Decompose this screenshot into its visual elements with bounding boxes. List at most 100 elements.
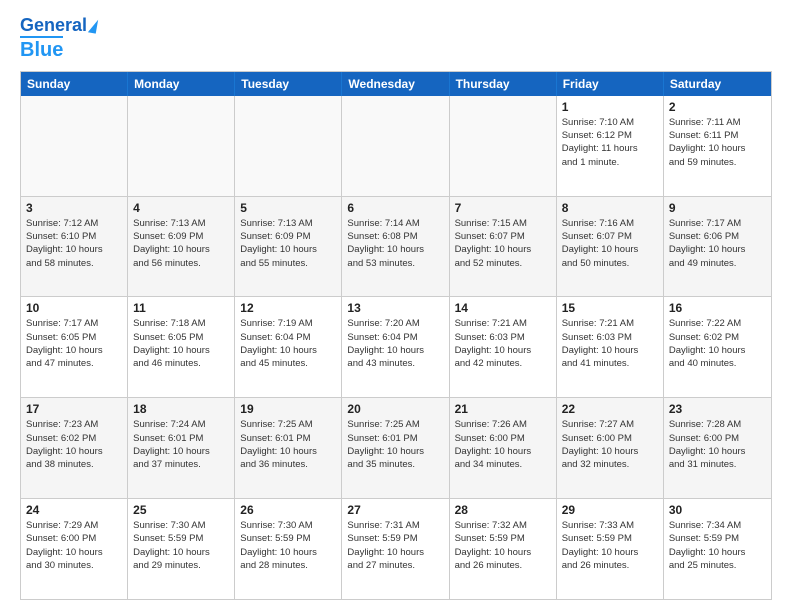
cell-details: Sunrise: 7:24 AMSunset: 6:01 PMDaylight:…: [133, 418, 229, 471]
calendar-cell: 8 Sunrise: 7:16 AMSunset: 6:07 PMDaylight…: [557, 197, 664, 297]
cell-details: Sunrise: 7:19 AMSunset: 6:04 PMDaylight:…: [240, 317, 336, 370]
cell-details: Sunrise: 7:31 AMSunset: 5:59 PMDaylight:…: [347, 519, 443, 572]
cell-details: Sunrise: 7:20 AMSunset: 6:04 PMDaylight:…: [347, 317, 443, 370]
calendar-cell: 27 Sunrise: 7:31 AMSunset: 5:59 PMDayligh…: [342, 499, 449, 599]
calendar-cell: 28 Sunrise: 7:32 AMSunset: 5:59 PMDayligh…: [450, 499, 557, 599]
calendar-cell: [128, 96, 235, 196]
cell-details: Sunrise: 7:28 AMSunset: 6:00 PMDaylight:…: [669, 418, 766, 471]
day-number: 28: [455, 503, 551, 517]
calendar-cell: 23Sunrise: 7:28 AMSunset: 6:00 PMDayligh…: [664, 398, 771, 498]
calendar-body: 1 Sunrise: 7:10 AMSunset: 6:12 PMDaylight…: [21, 96, 771, 599]
calendar-row-2: 10 Sunrise: 7:17 AMSunset: 6:05 PMDayligh…: [21, 297, 771, 398]
cell-details: Sunrise: 7:13 AMSunset: 6:09 PMDaylight:…: [133, 217, 229, 270]
day-number: 22: [562, 402, 658, 416]
calendar-cell: 1 Sunrise: 7:10 AMSunset: 6:12 PMDaylight…: [557, 96, 664, 196]
calendar-cell: 18 Sunrise: 7:24 AMSunset: 6:01 PMDayligh…: [128, 398, 235, 498]
day-number: 25: [133, 503, 229, 517]
calendar-cell: 30 Sunrise: 7:34 AMSunset: 5:59 PMDayligh…: [664, 499, 771, 599]
calendar-cell: 12Sunrise: 7:19 AMSunset: 6:04 PMDayligh…: [235, 297, 342, 397]
day-number: 1: [562, 100, 658, 114]
calendar-cell: 29Sunrise: 7:33 AMSunset: 5:59 PMDayligh…: [557, 499, 664, 599]
calendar-cell: 14Sunrise: 7:21 AMSunset: 6:03 PMDayligh…: [450, 297, 557, 397]
calendar-cell: 26 Sunrise: 7:30 AMSunset: 5:59 PMDayligh…: [235, 499, 342, 599]
calendar-cell: 20 Sunrise: 7:25 AMSunset: 6:01 PMDayligh…: [342, 398, 449, 498]
day-number: 6: [347, 201, 443, 215]
cell-details: Sunrise: 7:22 AMSunset: 6:02 PMDaylight:…: [669, 317, 766, 370]
cell-details: Sunrise: 7:23 AMSunset: 6:02 PMDaylight:…: [26, 418, 122, 471]
cell-details: Sunrise: 7:27 AMSunset: 6:00 PMDaylight:…: [562, 418, 658, 471]
calendar: SundayMondayTuesdayWednesdayThursdayFrid…: [20, 71, 772, 600]
calendar-cell: [342, 96, 449, 196]
calendar-cell: 17 Sunrise: 7:23 AMSunset: 6:02 PMDayligh…: [21, 398, 128, 498]
page: General Blue SundayMondayTuesdayWednesda…: [0, 0, 792, 612]
day-number: 15: [562, 301, 658, 315]
cell-details: Sunrise: 7:33 AMSunset: 5:59 PMDaylight:…: [562, 519, 658, 572]
cell-details: Sunrise: 7:15 AMSunset: 6:07 PMDaylight:…: [455, 217, 551, 270]
day-number: 19: [240, 402, 336, 416]
header-day-saturday: Saturday: [664, 72, 771, 96]
calendar-header: SundayMondayTuesdayWednesdayThursdayFrid…: [21, 72, 771, 96]
calendar-cell: 4 Sunrise: 7:13 AMSunset: 6:09 PMDaylight…: [128, 197, 235, 297]
logo-text-general: General: [20, 16, 87, 36]
calendar-cell: 11 Sunrise: 7:18 AMSunset: 6:05 PMDayligh…: [128, 297, 235, 397]
day-number: 24: [26, 503, 122, 517]
cell-details: Sunrise: 7:10 AMSunset: 6:12 PMDaylight:…: [562, 116, 658, 169]
cell-details: Sunrise: 7:17 AMSunset: 6:05 PMDaylight:…: [26, 317, 122, 370]
cell-details: Sunrise: 7:17 AMSunset: 6:06 PMDaylight:…: [669, 217, 766, 270]
day-number: 30: [669, 503, 766, 517]
calendar-cell: 6 Sunrise: 7:14 AMSunset: 6:08 PMDaylight…: [342, 197, 449, 297]
day-number: 10: [26, 301, 122, 315]
day-number: 20: [347, 402, 443, 416]
cell-details: Sunrise: 7:32 AMSunset: 5:59 PMDaylight:…: [455, 519, 551, 572]
header-day-tuesday: Tuesday: [235, 72, 342, 96]
calendar-cell: 19 Sunrise: 7:25 AMSunset: 6:01 PMDayligh…: [235, 398, 342, 498]
cell-details: Sunrise: 7:16 AMSunset: 6:07 PMDaylight:…: [562, 217, 658, 270]
day-number: 26: [240, 503, 336, 517]
cell-details: Sunrise: 7:11 AMSunset: 6:11 PMDaylight:…: [669, 116, 766, 169]
day-number: 13: [347, 301, 443, 315]
calendar-cell: 25 Sunrise: 7:30 AMSunset: 5:59 PMDayligh…: [128, 499, 235, 599]
cell-details: Sunrise: 7:18 AMSunset: 6:05 PMDaylight:…: [133, 317, 229, 370]
day-number: 5: [240, 201, 336, 215]
calendar-cell: 3Sunrise: 7:12 AMSunset: 6:10 PMDaylight…: [21, 197, 128, 297]
cell-details: Sunrise: 7:21 AMSunset: 6:03 PMDaylight:…: [455, 317, 551, 370]
cell-details: Sunrise: 7:34 AMSunset: 5:59 PMDaylight:…: [669, 519, 766, 572]
page-header: General Blue: [20, 16, 772, 61]
day-number: 4: [133, 201, 229, 215]
calendar-row-1: 3Sunrise: 7:12 AMSunset: 6:10 PMDaylight…: [21, 197, 771, 298]
day-number: 2: [669, 100, 766, 114]
calendar-cell: 2 Sunrise: 7:11 AMSunset: 6:11 PMDaylight…: [664, 96, 771, 196]
cell-details: Sunrise: 7:26 AMSunset: 6:00 PMDaylight:…: [455, 418, 551, 471]
calendar-cell: [21, 96, 128, 196]
day-number: 18: [133, 402, 229, 416]
cell-details: Sunrise: 7:13 AMSunset: 6:09 PMDaylight:…: [240, 217, 336, 270]
header-day-wednesday: Wednesday: [342, 72, 449, 96]
cell-details: Sunrise: 7:30 AMSunset: 5:59 PMDaylight:…: [133, 519, 229, 572]
day-number: 27: [347, 503, 443, 517]
day-number: 8: [562, 201, 658, 215]
calendar-cell: 21Sunrise: 7:26 AMSunset: 6:00 PMDayligh…: [450, 398, 557, 498]
calendar-cell: 22 Sunrise: 7:27 AMSunset: 6:00 PMDayligh…: [557, 398, 664, 498]
logo-arrow-icon: [88, 18, 98, 33]
logo: General Blue: [20, 16, 97, 61]
cell-details: Sunrise: 7:14 AMSunset: 6:08 PMDaylight:…: [347, 217, 443, 270]
day-number: 9: [669, 201, 766, 215]
calendar-cell: 9 Sunrise: 7:17 AMSunset: 6:06 PMDaylight…: [664, 197, 771, 297]
day-number: 11: [133, 301, 229, 315]
cell-details: Sunrise: 7:30 AMSunset: 5:59 PMDaylight:…: [240, 519, 336, 572]
calendar-cell: 15 Sunrise: 7:21 AMSunset: 6:03 PMDayligh…: [557, 297, 664, 397]
calendar-cell: 7 Sunrise: 7:15 AMSunset: 6:07 PMDaylight…: [450, 197, 557, 297]
day-number: 16: [669, 301, 766, 315]
day-number: 7: [455, 201, 551, 215]
cell-details: Sunrise: 7:29 AMSunset: 6:00 PMDaylight:…: [26, 519, 122, 572]
calendar-cell: 5 Sunrise: 7:13 AMSunset: 6:09 PMDaylight…: [235, 197, 342, 297]
cell-details: Sunrise: 7:25 AMSunset: 6:01 PMDaylight:…: [240, 418, 336, 471]
calendar-row-4: 24 Sunrise: 7:29 AMSunset: 6:00 PMDayligh…: [21, 499, 771, 599]
cell-details: Sunrise: 7:21 AMSunset: 6:03 PMDaylight:…: [562, 317, 658, 370]
calendar-row-3: 17 Sunrise: 7:23 AMSunset: 6:02 PMDayligh…: [21, 398, 771, 499]
day-number: 17: [26, 402, 122, 416]
calendar-cell: 16 Sunrise: 7:22 AMSunset: 6:02 PMDayligh…: [664, 297, 771, 397]
cell-details: Sunrise: 7:25 AMSunset: 6:01 PMDaylight:…: [347, 418, 443, 471]
header-day-thursday: Thursday: [450, 72, 557, 96]
calendar-row-0: 1 Sunrise: 7:10 AMSunset: 6:12 PMDaylight…: [21, 96, 771, 197]
